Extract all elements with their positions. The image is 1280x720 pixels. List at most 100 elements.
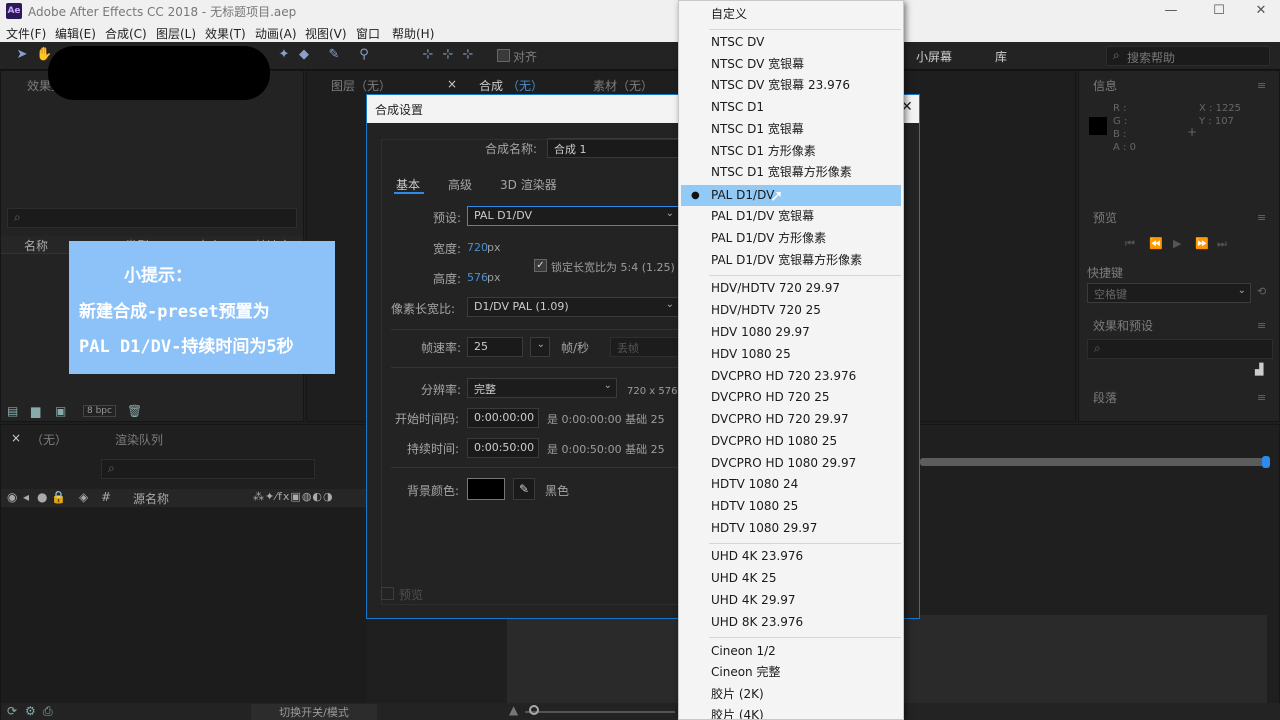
preset-option[interactable]: HDV 1080 29.97 bbox=[679, 322, 903, 343]
minimize-button[interactable]: — bbox=[1148, 0, 1194, 22]
axis-view-icon[interactable]: ⊹ bbox=[460, 47, 476, 63]
preset-option[interactable]: DVCPRO HD 720 29.97 bbox=[679, 409, 903, 430]
roto-brush-icon[interactable]: ✎ bbox=[326, 47, 342, 63]
menu-layer[interactable]: 图层(L) bbox=[156, 25, 196, 42]
solo-icon[interactable]: ● bbox=[37, 490, 47, 504]
selection-tool-icon[interactable]: ➤ bbox=[14, 47, 30, 63]
preset-option[interactable]: HDV/HDTV 720 25 bbox=[679, 300, 903, 321]
close-tab-icon[interactable]: × bbox=[447, 77, 457, 91]
panel-menu-icon[interactable]: ≡ bbox=[1257, 319, 1266, 332]
workspace-library[interactable]: 库 bbox=[995, 48, 1007, 65]
time-navigator-end-handle[interactable] bbox=[1262, 456, 1270, 468]
new-folder-icon[interactable]: ▆ bbox=[31, 404, 40, 418]
preset-option[interactable]: DVCPRO HD 1080 25 bbox=[679, 431, 903, 452]
panel-menu-icon[interactable]: ≡ bbox=[1257, 79, 1266, 92]
preset-option[interactable]: 自定义 bbox=[679, 4, 903, 25]
preset-option-selected[interactable]: ● PAL D1/DV bbox=[681, 185, 901, 206]
loop-icon[interactable]: ⟲ bbox=[1257, 285, 1266, 298]
menu-help[interactable]: 帮助(H) bbox=[392, 25, 434, 42]
menu-window[interactable]: 窗口 bbox=[356, 25, 380, 42]
toggle-switches-icon[interactable]: ⟳ bbox=[7, 704, 17, 718]
first-frame-icon[interactable]: ⏮ bbox=[1125, 237, 1135, 251]
zoom-slider-handle[interactable] bbox=[529, 705, 539, 715]
preset-option[interactable]: UHD 4K 25 bbox=[679, 568, 903, 589]
prev-frame-icon[interactable]: ⏪ bbox=[1149, 237, 1163, 250]
preset-option[interactable]: HDTV 1080 29.97 bbox=[679, 518, 903, 539]
axis-local-icon[interactable]: ⊹ bbox=[420, 47, 436, 63]
duration-input[interactable]: 0:00:50:00 bbox=[467, 438, 539, 458]
close-window-button[interactable]: ✕ bbox=[1238, 0, 1280, 22]
zoom-out-icon[interactable]: ▲ bbox=[509, 703, 518, 717]
preset-option[interactable]: HDTV 1080 24 bbox=[679, 474, 903, 495]
toggle-graph-icon[interactable]: ⎙ bbox=[43, 704, 53, 719]
preset-option[interactable]: NTSC D1 宽银幕 bbox=[679, 119, 903, 140]
preset-option[interactable]: HDV/HDTV 720 29.97 bbox=[679, 278, 903, 299]
tab-timeline-none[interactable]: （无） bbox=[31, 431, 67, 448]
tab-advanced[interactable]: 高级 bbox=[448, 176, 472, 193]
preset-option[interactable]: NTSC D1 bbox=[679, 97, 903, 118]
panel-menu-icon[interactable]: ≡ bbox=[1257, 211, 1266, 224]
axis-world-icon[interactable]: ⊹ bbox=[440, 47, 456, 63]
preset-option[interactable]: PAL D1/DV 方形像素 bbox=[679, 228, 903, 249]
preview-panel-title[interactable]: 预览 bbox=[1093, 209, 1117, 226]
drop-frame-select[interactable]: 丢帧 bbox=[610, 337, 680, 357]
close-tab-icon[interactable]: × bbox=[11, 431, 21, 445]
tab-footage[interactable]: 素材（无） bbox=[593, 77, 653, 94]
trash-icon[interactable]: 🗑 bbox=[127, 404, 142, 418]
lock-icon[interactable]: 🔒 bbox=[51, 490, 66, 504]
menu-file[interactable]: 文件(F) bbox=[6, 25, 46, 42]
menu-edit[interactable]: 编辑(E) bbox=[55, 25, 96, 42]
audio-icon[interactable]: ◂ bbox=[23, 490, 29, 504]
framerate-input[interactable]: 25 bbox=[467, 337, 523, 357]
label-icon[interactable]: ◈ bbox=[79, 490, 88, 504]
next-frame-icon[interactable]: ⏩ bbox=[1195, 237, 1209, 250]
switch-mode-button[interactable]: 切换开关/模式 bbox=[251, 704, 377, 720]
preset-option[interactable]: NTSC DV 宽银幕 23.976 bbox=[679, 75, 903, 96]
height-value[interactable]: 576 bbox=[467, 271, 488, 284]
eraser-tool-icon[interactable]: ◆ bbox=[296, 47, 312, 63]
interpret-footage-icon[interactable]: ▤ bbox=[7, 404, 18, 418]
preset-option[interactable]: NTSC DV 宽银幕 bbox=[679, 54, 903, 75]
bit-depth-button[interactable]: 8 bpc bbox=[83, 405, 116, 417]
tab-basic[interactable]: 基本 bbox=[396, 176, 420, 193]
preset-option[interactable]: HDV 1080 25 bbox=[679, 344, 903, 365]
info-panel-title[interactable]: 信息 bbox=[1093, 77, 1117, 94]
tab-render-queue[interactable]: 渲染队列 bbox=[115, 431, 163, 448]
menu-view[interactable]: 视图(V) bbox=[305, 25, 347, 42]
preset-option[interactable]: NTSC D1 方形像素 bbox=[679, 141, 903, 162]
column-source-name[interactable]: 源名称 bbox=[133, 490, 169, 507]
preset-option[interactable]: PAL D1/DV 宽银幕 bbox=[679, 206, 903, 227]
preset-option[interactable]: 胶片 (4K) bbox=[679, 705, 903, 719]
start-timecode-input[interactable]: 0:00:00:00 bbox=[467, 408, 539, 428]
preset-option[interactable]: UHD 4K 23.976 bbox=[679, 546, 903, 567]
new-preset-icon[interactable]: ▟ bbox=[1255, 363, 1263, 376]
menu-effect[interactable]: 效果(T) bbox=[205, 25, 246, 42]
width-value[interactable]: 720 bbox=[467, 241, 488, 254]
menu-composition[interactable]: 合成(C) bbox=[105, 25, 147, 42]
timeline-search-input[interactable]: ⌕ bbox=[101, 459, 315, 479]
lock-aspect-checkbox[interactable]: ✓ bbox=[534, 259, 547, 272]
preset-option[interactable]: PAL D1/DV 宽银幕方形像素 bbox=[679, 250, 903, 271]
preset-option[interactable]: UHD 4K 29.97 bbox=[679, 590, 903, 611]
puppet-tool-icon[interactable]: ✦ bbox=[276, 47, 292, 63]
paragraph-panel-title[interactable]: 段落 bbox=[1093, 389, 1117, 406]
preset-option[interactable]: NTSC DV bbox=[679, 32, 903, 53]
shortcut-select[interactable]: 空格键 ⌄ bbox=[1087, 283, 1251, 303]
project-search-input[interactable]: ⌕ bbox=[7, 208, 297, 228]
tab-layer[interactable]: 图层（无） bbox=[331, 77, 391, 94]
last-frame-icon[interactable]: ⏭ bbox=[1217, 237, 1227, 251]
preset-option[interactable]: UHD 8K 23.976 bbox=[679, 612, 903, 633]
effects-search-input[interactable]: ⌕ bbox=[1087, 339, 1273, 359]
time-navigator-bar[interactable] bbox=[920, 458, 1266, 466]
play-icon[interactable]: ▶ bbox=[1173, 237, 1181, 250]
preset-option[interactable]: Cineon 完整 bbox=[679, 662, 903, 683]
preset-option[interactable]: DVCPRO HD 720 25 bbox=[679, 387, 903, 408]
eyedropper-icon[interactable]: ✎ bbox=[513, 478, 535, 500]
visibility-icon[interactable]: ◉ bbox=[7, 490, 17, 504]
resolution-select[interactable]: 完整 ⌄ bbox=[467, 378, 617, 398]
tab-3d-renderer[interactable]: 3D 渲染器 bbox=[500, 176, 557, 193]
bg-color-swatch[interactable] bbox=[467, 478, 505, 500]
snap-checkbox[interactable] bbox=[497, 49, 510, 62]
preset-option[interactable]: 胶片 (2K) bbox=[679, 684, 903, 705]
new-composition-icon[interactable]: ▣ bbox=[55, 404, 66, 418]
